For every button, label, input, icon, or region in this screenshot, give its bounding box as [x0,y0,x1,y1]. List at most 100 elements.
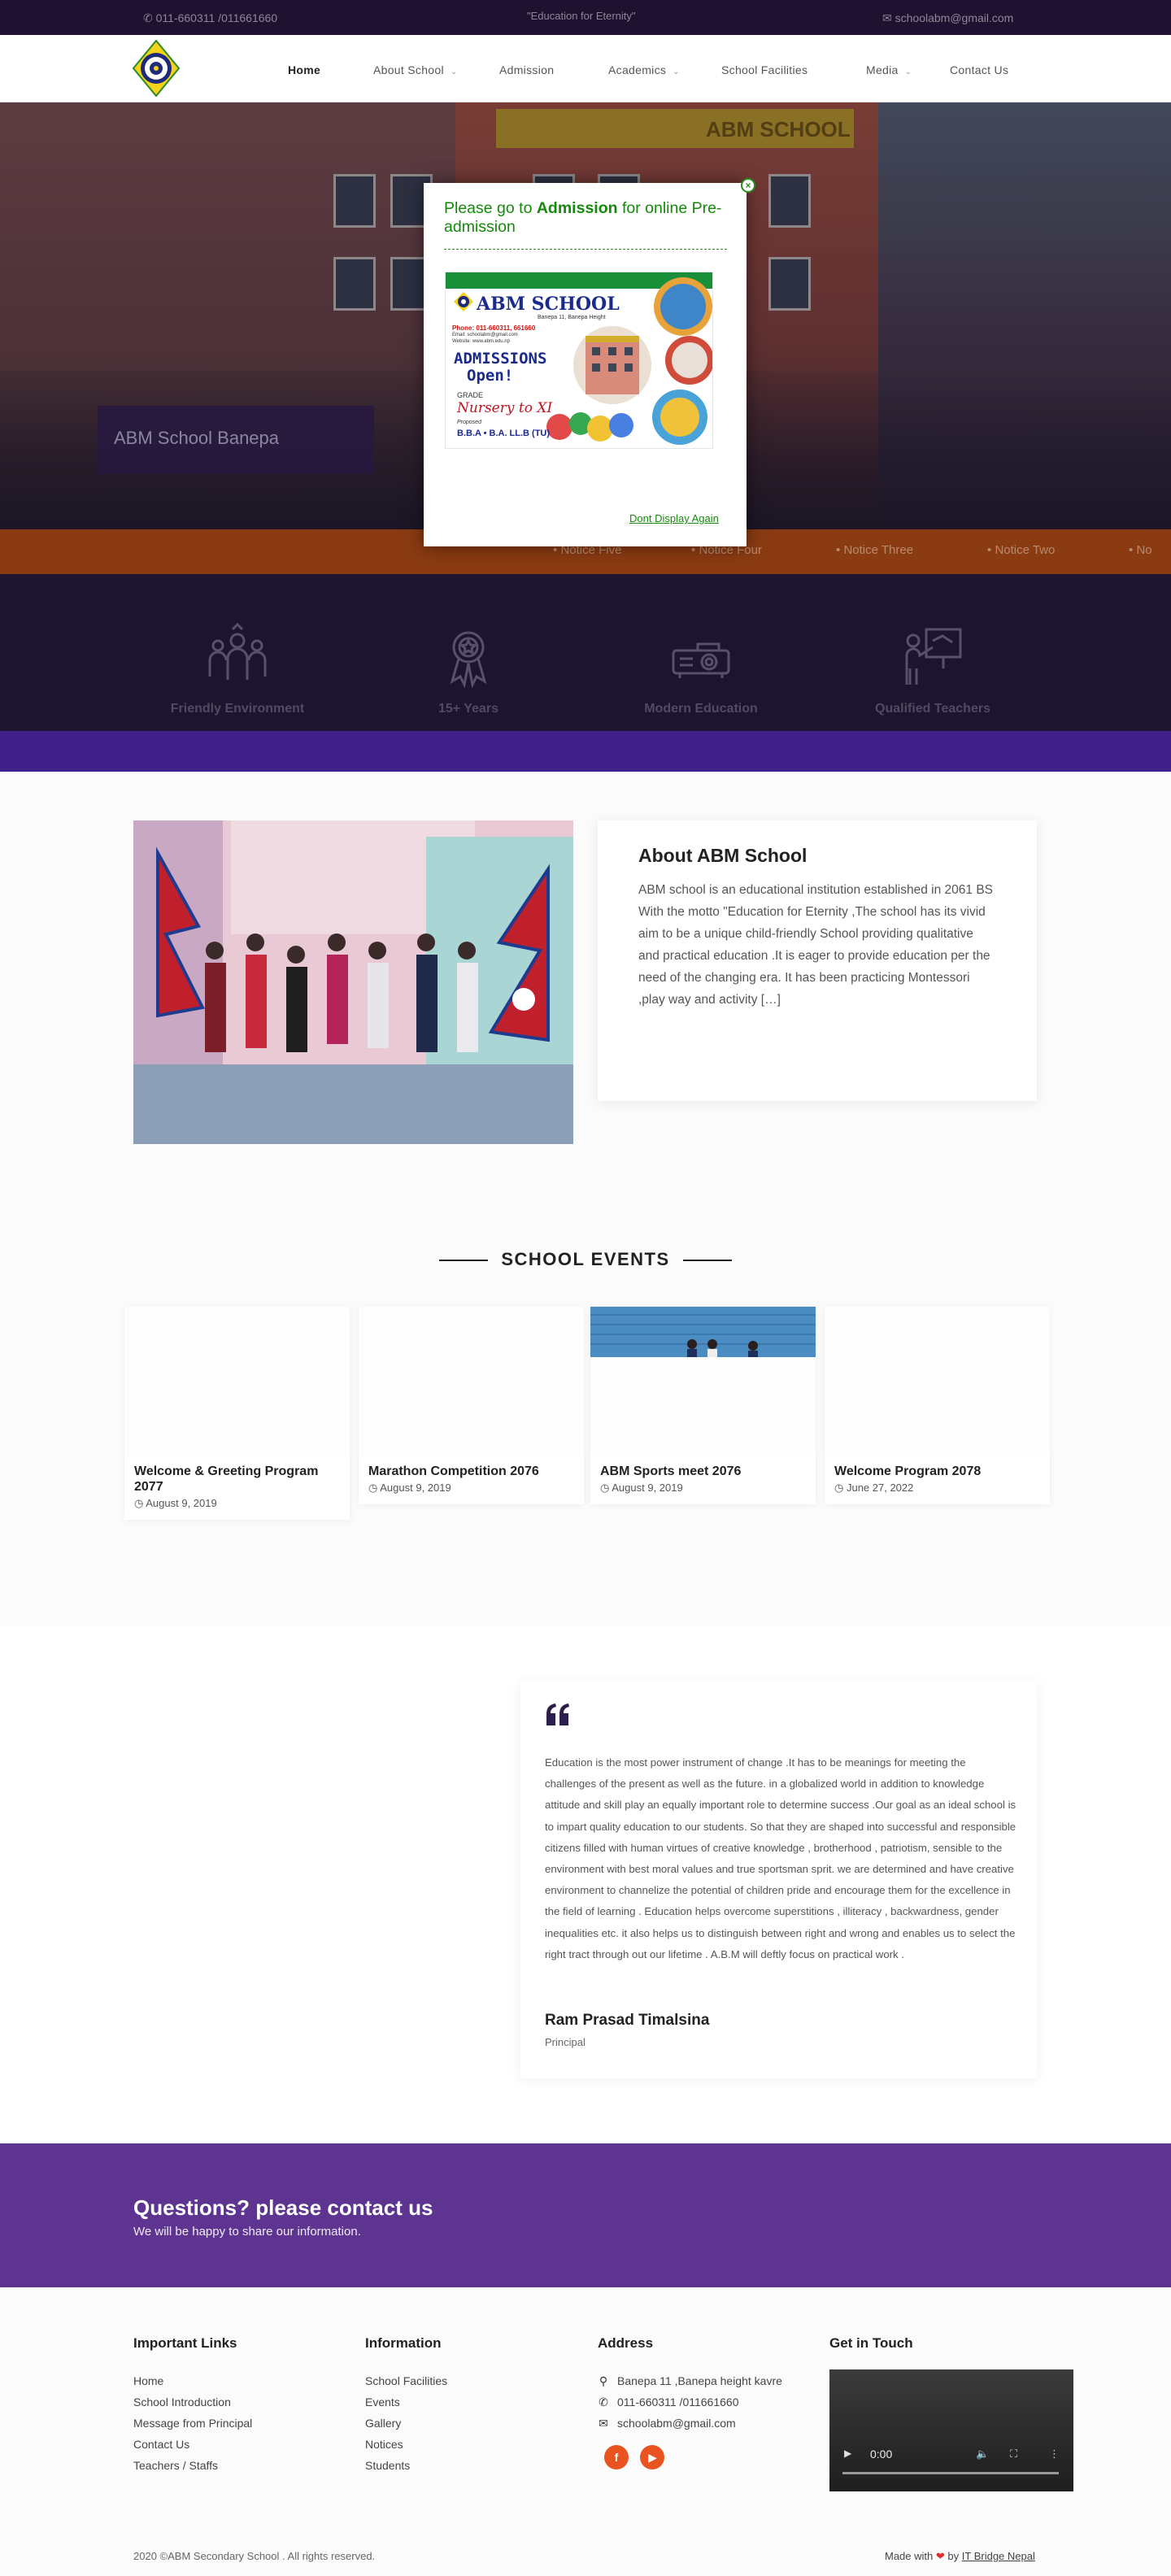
nav-school-facilities[interactable]: School Facilities [721,63,808,76]
footer-video-player[interactable]: ▶ 0:00 🔈 ⛶ ⋮ [829,2369,1073,2491]
about-title: About ABM School [638,845,808,866]
event-date: ◷ June 27, 2022 [825,1479,1050,1504]
footer-heading: Address [598,2335,654,2351]
nav-admission[interactable]: Admission [499,63,554,76]
topbar-email[interactable]: ✉ schoolabm@gmail.com [882,11,1013,25]
footer-link-contact-us[interactable]: Contact Us [133,2434,252,2455]
modal-admission-link[interactable]: Admission [537,199,618,217]
flyer-email: Email: schoolabm@gmail.com [452,333,518,337]
flyer-website: Website: www.abm.edu.np [452,339,510,344]
purple-divider [0,731,1171,772]
close-icon[interactable]: × [741,178,755,193]
feature-label: Friendly Environment [170,702,305,716]
envelope-icon: ✉ [882,11,892,24]
video-progress-bar[interactable] [842,2472,1059,2474]
event-card[interactable]: Welcome & Greeting Program 2077 ◷ August… [124,1307,350,1520]
nav-media-label: Media [866,63,899,76]
footer-link-home[interactable]: Home [133,2370,252,2391]
youtube-icon[interactable]: ▶ [640,2445,665,2469]
flyer-nursery: Nursery to XI [457,400,553,416]
event-title[interactable]: Welcome & Greeting Program 2077 [124,1456,350,1495]
flyer-subtitle: Banepa 11, Banepa Height [538,315,606,320]
address-phone-text: 011-660311 /011661660 [617,2395,739,2408]
event-date-text: August 9, 2019 [146,1497,217,1509]
hero-caption: ABM School Banepa [98,406,374,474]
topbar-email-text: schoolabm@gmail.com [895,11,1014,24]
cta-heading: Questions? please contact us [133,2195,433,2220]
flyer-title: ABM SCHOOL [477,294,620,315]
principal-message-card: Education is the most power instrument o… [520,1681,1037,2078]
nav-media[interactable]: Media ⌄ [866,63,912,76]
play-icon[interactable]: ▶ [844,2448,851,2459]
ticker-item[interactable]: • Notice Two [987,543,1055,557]
facebook-icon[interactable]: f [604,2445,629,2469]
dont-display-again-link[interactable]: Dont Display Again [629,512,719,524]
topbar-phone: ✆ 011-660311 /011661660 [143,11,277,25]
event-title[interactable]: Welcome Program 2078 [825,1456,1050,1479]
event-card[interactable]: ABM Sports meet 2076 ◷ August 9, 2019 [590,1307,816,1504]
event-thumbnail[interactable] [359,1307,584,1456]
nav-contact-us[interactable]: Contact Us [950,63,1008,76]
made-with-prefix: Made with [885,2550,934,2562]
quote-icon [546,1704,569,1725]
footer-link-school-introduction[interactable]: School Introduction [133,2391,252,2413]
modal-divider [444,249,727,250]
school-logo[interactable] [133,40,180,97]
flyer-collage [652,277,712,445]
clock-icon: ◷ [134,1497,144,1509]
address-phone: ✆ 011-660311 /011661660 [598,2391,782,2413]
feature-qualified-teachers: Qualified Teachers [835,623,1030,716]
nav-about-school-label: About School [373,63,444,76]
ticker-item-label: No [1136,543,1152,557]
ticker-item[interactable]: • Notice Three [836,543,913,557]
chevron-down-icon: ⌄ [904,67,912,76]
copyright: 2020 ©ABM Secondary School . All rights … [133,2550,376,2562]
ticker-item[interactable]: • No [1129,543,1152,557]
it-bridge-nepal-link[interactable]: IT Bridge Nepal [962,2550,1035,2562]
feature-years: 15+ Years [371,623,566,716]
footer-link-message-from-principal[interactable]: Message from Principal [133,2413,252,2434]
students-photo [133,820,573,1144]
flyer-admissions-line1: ADMISSIONS [454,350,547,368]
event-title[interactable]: Marathon Competition 2076 [359,1456,584,1479]
event-card[interactable]: Marathon Competition 2076 ◷ August 9, 20… [359,1307,584,1504]
features-band: Friendly Environment 15+ Years Modern Ed… [0,574,1171,731]
ticker-item-label: Notice Three [843,543,914,557]
sports-photo [590,1307,816,1357]
nav-academics[interactable]: Academics ⌄ [608,63,680,76]
event-title[interactable]: ABM Sports meet 2076 [590,1456,816,1479]
footer-link-gallery[interactable]: Gallery [365,2413,447,2434]
event-thumbnail[interactable] [590,1307,816,1456]
ticker-bullet: • [836,543,841,557]
phone-icon: ✆ [599,2395,608,2408]
event-date: ◷ August 9, 2019 [590,1479,816,1504]
nav-about-school[interactable]: About School ⌄ [373,63,458,76]
admission-flyer[interactable]: ABM SCHOOL Banepa 11, Banepa Height Phon… [445,272,713,449]
more-options-icon[interactable]: ⋮ [1049,2448,1060,2461]
ticker-bullet: • [1129,543,1134,557]
footer-link-school-facilities[interactable]: School Facilities [365,2370,447,2391]
event-card[interactable]: Welcome Program 2078 ◷ June 27, 2022 [825,1307,1050,1504]
event-thumbnail[interactable] [124,1307,350,1456]
footer-link-students[interactable]: Students [365,2455,447,2476]
made-with-by: by [947,2550,960,2562]
event-thumbnail[interactable] [825,1307,1050,1456]
fullscreen-icon[interactable]: ⛶ [1010,2448,1017,2461]
footer-link-teachers-staffs[interactable]: Teachers / Staffs [133,2455,252,2476]
address-location-text: Banepa 11 ,Banepa height kavre [617,2374,782,2387]
flyer-admissions: ADMISSIONS Open! [454,350,546,385]
volume-icon[interactable]: 🔈 [976,2448,989,2461]
footer-link-notices[interactable]: Notices [365,2434,447,2455]
people-icon [208,622,267,680]
footer-heading: Important Links [133,2335,237,2351]
footer-address: Address ⚲ Banepa 11 ,Banepa height kavre … [598,2335,782,2469]
flyer-phone: Phone: 011-660311, 661660 [452,324,536,332]
feature-friendly-environment: Friendly Environment [140,622,335,716]
footer-heading: Information [365,2335,442,2351]
address-email[interactable]: ✉ schoolabm@gmail.com [598,2413,782,2434]
footer-link-events[interactable]: Events [365,2391,447,2413]
principal-message: Education is the most power instrument o… [545,1756,1016,1960]
footer-information: Information School Facilities Events Gal… [365,2335,447,2476]
nav-home[interactable]: Home [288,63,320,76]
feature-label: Modern Education [644,702,758,716]
